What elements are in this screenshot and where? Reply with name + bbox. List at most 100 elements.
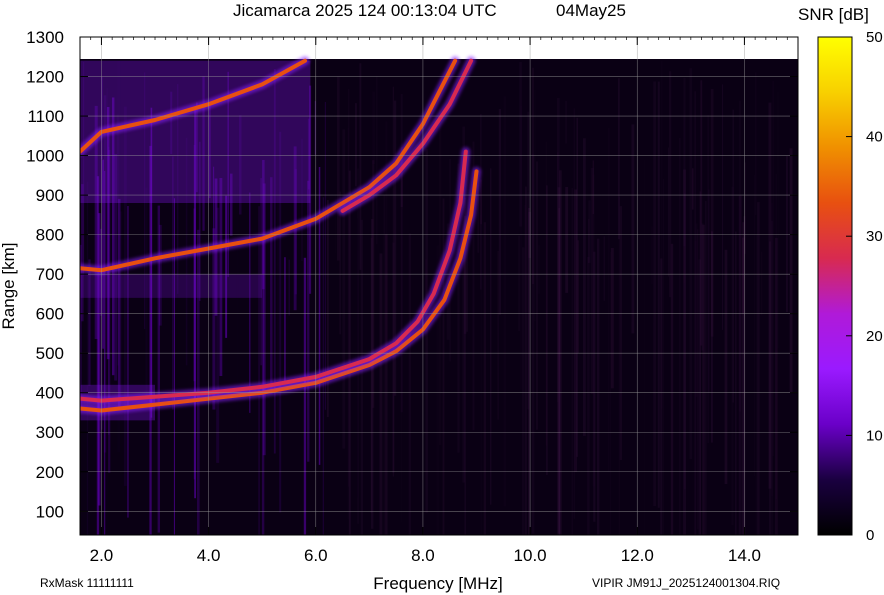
noise-streak xyxy=(657,81,660,508)
noise-streak xyxy=(731,186,734,525)
noise-streak xyxy=(772,80,774,457)
x-tick-label: 12.0 xyxy=(621,546,654,565)
noise-streak xyxy=(723,105,726,463)
noise-streak xyxy=(662,179,665,535)
noise-streak xyxy=(632,252,633,323)
noise-streak xyxy=(360,219,364,535)
noise-streak xyxy=(753,174,756,477)
noise-streak xyxy=(587,256,590,535)
noise-streak xyxy=(719,207,721,247)
noise-streak xyxy=(774,238,778,535)
noise-streak xyxy=(679,138,681,535)
noise-streak xyxy=(757,202,760,535)
noise-streak xyxy=(602,129,603,528)
noise-streak xyxy=(375,76,378,244)
noise-streak xyxy=(610,248,614,389)
y-tick-label: 1000 xyxy=(26,147,64,166)
colorbar-tick-label: 10 xyxy=(866,427,883,444)
y-tick-label: 1100 xyxy=(27,107,64,126)
chart-title: Jicamarca 2025 124 00:13:04 UTC xyxy=(233,1,497,20)
noise-streak xyxy=(527,111,530,410)
noise-streak xyxy=(669,71,672,298)
x-tick-label: 2.0 xyxy=(90,546,114,565)
noise-streak xyxy=(597,238,600,535)
noise-streak xyxy=(119,211,123,405)
noise-streak xyxy=(755,72,757,215)
noise-streak xyxy=(284,257,286,383)
colorbar-tick-label: 20 xyxy=(866,328,883,345)
noise-streak xyxy=(270,177,273,395)
noise-streak xyxy=(355,103,357,187)
noise-streak xyxy=(303,257,307,535)
noise-streak xyxy=(383,195,386,535)
noise-streak xyxy=(576,117,578,457)
y-tick-label: 800 xyxy=(36,226,64,245)
y-tick-label: 600 xyxy=(36,305,64,324)
noise-streak xyxy=(546,185,548,475)
noise-streak xyxy=(258,206,260,535)
noise-streak xyxy=(660,258,663,535)
noise-streak xyxy=(619,206,622,460)
noise-streak xyxy=(379,253,383,535)
noise-streak xyxy=(322,197,324,535)
noise-streak xyxy=(212,228,216,410)
noise-streak xyxy=(700,80,703,346)
x-tick-label: 6.0 xyxy=(304,546,328,565)
chart-date: 04May25 xyxy=(556,1,626,20)
x-tick-label: 10.0 xyxy=(514,546,547,565)
noise-streak xyxy=(789,148,793,393)
colorbar xyxy=(817,36,853,536)
noise-streak xyxy=(326,200,329,417)
noise-streak xyxy=(651,226,653,285)
y-tick-label: 700 xyxy=(36,265,64,284)
noise-streak xyxy=(755,234,757,535)
noise-streak xyxy=(225,195,228,338)
noise-streak xyxy=(288,259,290,316)
noise-streak xyxy=(324,102,326,410)
noise-streak xyxy=(582,138,586,436)
noise-streak xyxy=(643,159,645,535)
colorbar-tick-label: 30 xyxy=(866,228,883,245)
noise-streak xyxy=(785,156,788,313)
noise-streak xyxy=(127,206,129,518)
x-tick-label: 8.0 xyxy=(411,546,435,565)
x-tick-label: 14.0 xyxy=(728,546,761,565)
noise-streak xyxy=(519,61,522,227)
colorbar-label: SNR [dB] xyxy=(798,5,869,24)
noise-streak xyxy=(684,193,686,490)
noise-streak xyxy=(348,170,351,535)
noise-streak xyxy=(607,127,610,473)
ionogram-chart: Jicamarca 2025 124 00:13:04 UTC 04May25 … xyxy=(0,1,883,593)
noise-streak xyxy=(260,178,262,366)
y-tick-label: 1300 xyxy=(26,28,64,47)
colorbar-tick-label: 50 xyxy=(866,29,883,46)
noise-streak xyxy=(636,193,637,535)
y-tick-label: 300 xyxy=(36,423,64,442)
noise-streak xyxy=(705,201,707,535)
noise-streak xyxy=(734,231,737,535)
file-label: VIPIR JM91J_2025124001304.RIQ xyxy=(592,576,780,590)
noise-streak xyxy=(710,88,714,337)
colorbar-tick-label: 40 xyxy=(866,129,883,146)
x-axis-label: Frequency [MHz] xyxy=(373,574,502,593)
noise-streak xyxy=(480,114,482,290)
noise-streak xyxy=(581,229,582,535)
y-tick-label: 900 xyxy=(36,186,64,205)
noise-streak xyxy=(522,247,525,535)
noise-streak xyxy=(653,81,656,506)
echo-haze xyxy=(80,274,263,298)
noise-streak xyxy=(761,251,763,316)
noise-streak xyxy=(334,84,336,196)
y-tick-label: 1200 xyxy=(26,68,64,87)
y-tick-label: 500 xyxy=(36,344,64,363)
noise-streak xyxy=(532,67,534,284)
noise-streak xyxy=(408,233,411,535)
noise-streak xyxy=(483,222,486,535)
noise-streak xyxy=(667,147,669,277)
noise-streak xyxy=(498,109,501,315)
noise-streak xyxy=(372,91,376,165)
noise-streak xyxy=(739,207,742,523)
y-axis-label: Range [km] xyxy=(0,243,18,330)
y-tick-label: 200 xyxy=(36,463,64,482)
noise-streak xyxy=(518,235,520,332)
